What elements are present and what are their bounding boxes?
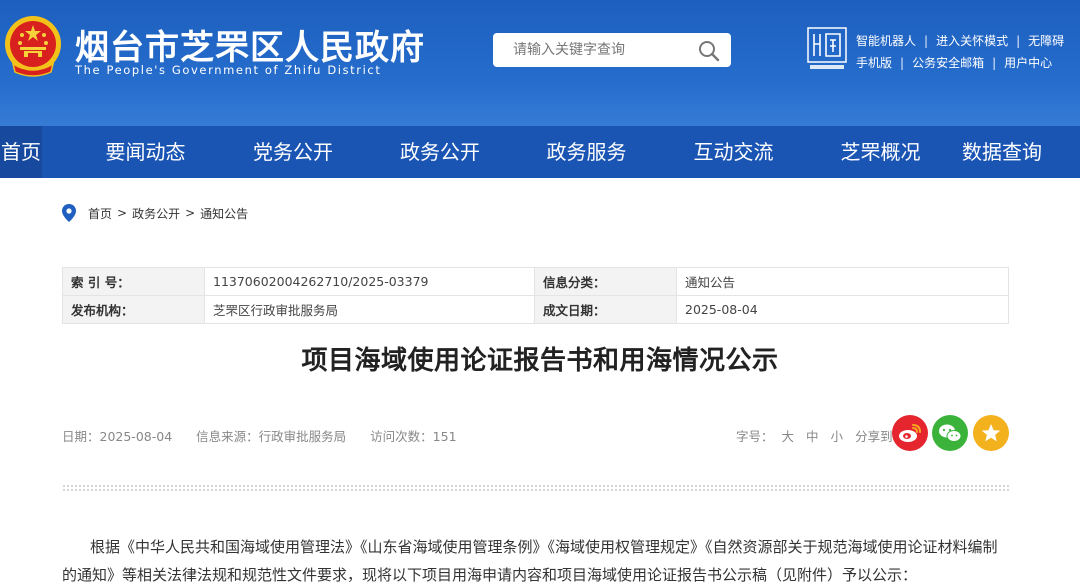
article-body: 根据《中华人民共和国海域使用管理法》《山东省海域使用管理条例》《海域使用权管理规…: [62, 533, 1009, 585]
article-source: 信息来源：行政审批服务局: [196, 429, 347, 444]
official-email-link[interactable]: 公务安全邮箱: [912, 52, 984, 74]
user-center-link[interactable]: 用户中心: [1004, 52, 1052, 74]
site-header: 烟台市芝罘区人民政府 The People's Government of Zh…: [0, 0, 1080, 126]
search-input[interactable]: [493, 33, 693, 67]
favorite-share-icon[interactable]: [973, 415, 1009, 451]
search-icon[interactable]: [697, 39, 721, 63]
national-emblem-icon: [5, 16, 61, 77]
nav-item-data-query[interactable]: 数据查询: [924, 126, 1080, 178]
top-links: 智能机器人 | 进入关怀模式 | 无障碍 手机版 | 公务安全邮箱 | 用户中心: [856, 30, 1064, 74]
mobile-version-link[interactable]: 手机版: [856, 52, 892, 74]
breadcrumb: 首页 > 政务公开 > 通知公告: [62, 204, 248, 222]
smart-robot-link[interactable]: 智能机器人: [856, 30, 916, 52]
site-subtitle: The People's Government of Zhifu Distric…: [75, 63, 382, 77]
accessibility-link[interactable]: 无障碍: [1028, 30, 1064, 52]
font-size-large-button[interactable]: 大: [782, 426, 795, 445]
font-size-small-button[interactable]: 小: [831, 426, 844, 445]
link-separator: |: [900, 56, 905, 70]
publisher-label: 发布机构：: [62, 295, 205, 324]
article-visits: 访问次数：151: [370, 429, 457, 444]
table-row: 索 引 号： 11370602004262710/2025-03379 信息分类…: [62, 267, 1009, 296]
wechat-share-icon[interactable]: [932, 415, 968, 451]
nav-item-home[interactable]: 首页: [0, 126, 42, 178]
star-icon: [981, 424, 1001, 442]
article-paragraph: 根据《中华人民共和国海域使用管理法》《山东省海域使用管理条例》《海域使用权管理规…: [62, 538, 998, 584]
font-size-label: 字号：: [736, 429, 774, 444]
index-number-label: 索 引 号：: [62, 267, 205, 296]
article-info: 日期：2025-08-04 信息来源：行政审批服务局 访问次数：151: [62, 426, 481, 445]
nav-item-interaction[interactable]: 互动交流: [630, 126, 837, 178]
table-row: 发布机构： 芝罘区行政审批服务局 成文日期： 2025-08-04: [62, 295, 1009, 324]
search-box: [493, 33, 731, 67]
nav-item-zhifu-overview[interactable]: 芝罘概况: [837, 126, 924, 178]
breadcrumb-home[interactable]: 首页: [88, 205, 112, 222]
care-mode-link[interactable]: 进入关怀模式: [936, 30, 1008, 52]
category-value: 通知公告: [676, 267, 1009, 296]
link-separator: |: [924, 34, 929, 48]
link-separator: |: [1016, 34, 1021, 48]
breadcrumb-separator: >: [185, 206, 196, 220]
document-meta-table: 索 引 号： 11370602004262710/2025-03379 信息分类…: [62, 267, 1009, 324]
divider: [62, 484, 1009, 491]
index-number-value: 11370602004262710/2025-03379: [204, 267, 535, 296]
wechat-logo-icon: [939, 424, 962, 442]
yantai-china-logo-icon: [807, 27, 847, 69]
main-nav: 首页 要闻动态 党务公开 政务公开 政务服务 互动交流 芝罘概况 数据查询: [0, 126, 1080, 178]
nav-item-government-affairs[interactable]: 政务公开: [337, 126, 543, 178]
nav-item-party-affairs[interactable]: 党务公开: [249, 126, 337, 178]
nav-item-news[interactable]: 要闻动态: [42, 126, 249, 178]
weibo-share-icon[interactable]: [892, 415, 928, 451]
document-date-value: 2025-08-04: [676, 295, 1009, 324]
location-pin-icon: [62, 204, 76, 222]
page-title: 项目海域使用论证报告书和用海情况公示: [301, 346, 779, 376]
breadcrumb-notices[interactable]: 通知公告: [200, 205, 248, 222]
link-separator: |: [992, 56, 997, 70]
nav-item-government-services[interactable]: 政务服务: [543, 126, 630, 178]
weibo-logo-icon: [899, 424, 921, 442]
breadcrumb-separator: >: [117, 206, 128, 220]
breadcrumb-government-affairs[interactable]: 政务公开: [132, 205, 180, 222]
font-size-controls: 字号： 大 中 小 分享到：: [736, 426, 905, 445]
site-title: 烟台市芝罘区人民政府: [75, 28, 425, 68]
document-date-label: 成文日期：: [534, 295, 677, 324]
font-size-medium-button[interactable]: 中: [806, 426, 819, 445]
publisher-value: 芝罘区行政审批服务局: [204, 295, 535, 324]
article-date: 日期：2025-08-04: [62, 429, 173, 444]
category-label: 信息分类：: [534, 267, 677, 296]
